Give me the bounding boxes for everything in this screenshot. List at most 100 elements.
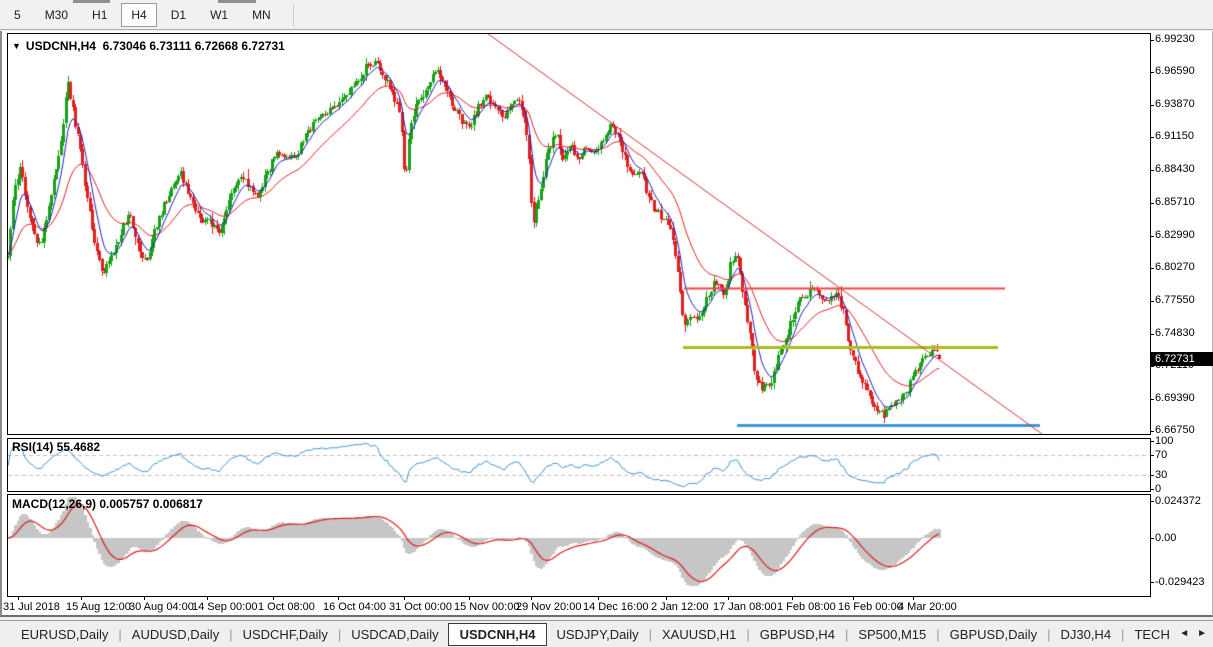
axis-tick bbox=[1150, 40, 1154, 41]
chart-tab-audusd-daily[interactable]: AUDUSD,Daily bbox=[123, 624, 228, 645]
chart-title-symbol: USDCNH,H4 bbox=[26, 39, 96, 53]
symbol-dropdown-icon[interactable]: ▼ bbox=[12, 41, 21, 51]
price-axis-label: 6.82990 bbox=[1155, 229, 1195, 241]
macd-indicator-label: MACD(12,26,9) 0.005757 0.006817 bbox=[12, 497, 203, 511]
tab-scroll-right-icon[interactable]: ► bbox=[1197, 628, 1207, 639]
timeframe-toolbar: 5M30H1H4D1W1MN bbox=[0, 0, 1213, 30]
axis-tick bbox=[531, 597, 532, 600]
macd-axis-label: 0.024372 bbox=[1155, 495, 1201, 507]
axis-tick bbox=[853, 597, 854, 600]
timeframe-button-h1[interactable]: H1 bbox=[82, 3, 117, 27]
toolbar-clipped-icon bbox=[73, 0, 110, 3]
axis-tick bbox=[18, 597, 19, 600]
rsi-panel[interactable] bbox=[7, 438, 1151, 492]
axis-tick bbox=[469, 597, 470, 600]
date-axis-label: 17 Jan 08:00 bbox=[713, 601, 777, 613]
price-axis-label: 6.88430 bbox=[1155, 163, 1195, 175]
rsi-axis-label: 30 bbox=[1155, 469, 1167, 481]
date-axis-label: 29 Nov 20:00 bbox=[516, 601, 581, 613]
axis-tick bbox=[1150, 399, 1154, 400]
axis-tick bbox=[913, 597, 914, 600]
axis-tick bbox=[1150, 137, 1154, 138]
date-axis-label: 1 Oct 08:00 bbox=[258, 601, 315, 613]
chart-tab-usdchf-daily[interactable]: USDCHF,Daily bbox=[234, 624, 337, 645]
axis-tick bbox=[273, 597, 274, 600]
axis-tick bbox=[1150, 72, 1154, 73]
macd-axis-label: -0.029423 bbox=[1155, 576, 1205, 588]
price-axis-label: 6.80270 bbox=[1155, 261, 1195, 273]
axis-tick bbox=[404, 597, 405, 600]
axis-tick bbox=[1150, 301, 1154, 302]
rsi-axis-label: 0 bbox=[1155, 483, 1161, 495]
chart-tab-gbpusd-daily[interactable]: GBPUSD,Daily bbox=[941, 624, 1046, 645]
axis-tick bbox=[144, 597, 145, 600]
tab-scroll-arrows: ◄ ► bbox=[1169, 621, 1213, 646]
rsi-axis-label: 70 bbox=[1155, 449, 1167, 461]
date-axis-label: 15 Nov 00:00 bbox=[454, 601, 519, 613]
date-axis-label: 16 Feb 00:00 bbox=[838, 601, 903, 613]
axis-tick bbox=[1150, 489, 1154, 490]
chart-tab-dj30-h4[interactable]: DJ30,H4 bbox=[1051, 624, 1120, 645]
axis-tick bbox=[1150, 501, 1154, 502]
axis-tick bbox=[1150, 236, 1154, 237]
timeframe-button-mn[interactable]: MN bbox=[242, 3, 281, 27]
axis-tick bbox=[1150, 582, 1154, 583]
current-price-box: 6.72731 bbox=[1151, 352, 1213, 366]
date-axis-label: 16 Oct 04:00 bbox=[323, 601, 386, 613]
axis-tick bbox=[1150, 538, 1154, 539]
chart-tab-gbpusd-h4[interactable]: GBPUSD,H4 bbox=[751, 624, 844, 645]
price-axis-label: 6.69390 bbox=[1155, 392, 1195, 404]
main-chart-panel[interactable] bbox=[7, 33, 1151, 435]
date-axis-label: 30 Aug 04:00 bbox=[129, 601, 194, 613]
chart-tab-usdcnh-h4[interactable]: USDCNH,H4 bbox=[448, 623, 548, 646]
axis-tick bbox=[1150, 366, 1154, 367]
price-axis-label: 6.93870 bbox=[1155, 98, 1195, 110]
price-axis-label: 6.85710 bbox=[1155, 196, 1195, 208]
price-axis-label: 6.96590 bbox=[1155, 65, 1195, 77]
price-axis-label: 6.77550 bbox=[1155, 294, 1195, 306]
price-axis-label: 6.91150 bbox=[1155, 130, 1194, 142]
date-axis-label: 31 Jul 2018 bbox=[3, 601, 60, 613]
tab-scroll-left-icon[interactable]: ◄ bbox=[1179, 628, 1189, 639]
axis-tick bbox=[1150, 105, 1154, 106]
chart-tab-eurusd-daily[interactable]: EURUSD,Daily bbox=[12, 624, 117, 645]
axis-tick bbox=[1150, 170, 1154, 171]
rsi-indicator-label: RSI(14) 55.4682 bbox=[12, 440, 100, 454]
rsi-axis-label: 100 bbox=[1155, 435, 1173, 447]
axis-tick bbox=[1150, 441, 1154, 442]
axis-tick bbox=[1150, 334, 1154, 335]
date-axis-label: 1 Feb 08:00 bbox=[777, 601, 836, 613]
chart-tab-usdcad-daily[interactable]: USDCAD,Daily bbox=[342, 624, 447, 645]
chart-tab-bar: EURUSD,Daily|AUDUSD,Daily|USDCHF,Daily|U… bbox=[0, 620, 1213, 647]
toolbar-separator bbox=[293, 4, 294, 26]
timeframe-button-h4[interactable]: H4 bbox=[121, 3, 156, 27]
date-axis-label: 4 Mar 20:00 bbox=[898, 601, 957, 613]
timeframe-button-m30[interactable]: M30 bbox=[35, 3, 78, 27]
axis-tick bbox=[792, 597, 793, 600]
axis-tick bbox=[1150, 268, 1154, 269]
price-axis-label: 6.99230 bbox=[1155, 33, 1195, 45]
chart-tab-xauusd-h1[interactable]: XAUUSD,H1 bbox=[653, 624, 745, 645]
date-axis-label: 14 Dec 16:00 bbox=[583, 601, 648, 613]
price-chart-canvas[interactable] bbox=[8, 34, 1150, 434]
axis-tick bbox=[1150, 475, 1154, 476]
date-axis-label: 14 Sep 00:00 bbox=[192, 601, 257, 613]
axis-tick bbox=[1150, 455, 1154, 456]
axis-tick bbox=[338, 597, 339, 600]
axis-tick bbox=[1150, 203, 1154, 204]
axis-tick bbox=[207, 597, 208, 600]
chart-tab-usdjpy-daily[interactable]: USDJPY,Daily bbox=[547, 624, 647, 645]
chart-title-ohlc: 6.73046 6.73111 6.72668 6.72731 bbox=[103, 39, 285, 53]
timeframe-button-d1[interactable]: D1 bbox=[161, 3, 196, 27]
axis-tick bbox=[81, 597, 82, 600]
date-axis-label: 15 Aug 12:00 bbox=[66, 601, 131, 613]
toolbar-clipped-icon bbox=[218, 0, 256, 3]
date-axis-label: 2 Jan 12:00 bbox=[651, 601, 709, 613]
chart-tab-sp500-m15[interactable]: SP500,M15 bbox=[849, 624, 935, 645]
timeframe-button-w1[interactable]: W1 bbox=[200, 3, 238, 27]
axis-tick bbox=[1150, 431, 1154, 432]
timeframe-button-5[interactable]: 5 bbox=[4, 3, 31, 27]
rsi-canvas[interactable] bbox=[8, 439, 1150, 491]
axis-tick bbox=[598, 597, 599, 600]
axis-tick bbox=[666, 597, 667, 600]
